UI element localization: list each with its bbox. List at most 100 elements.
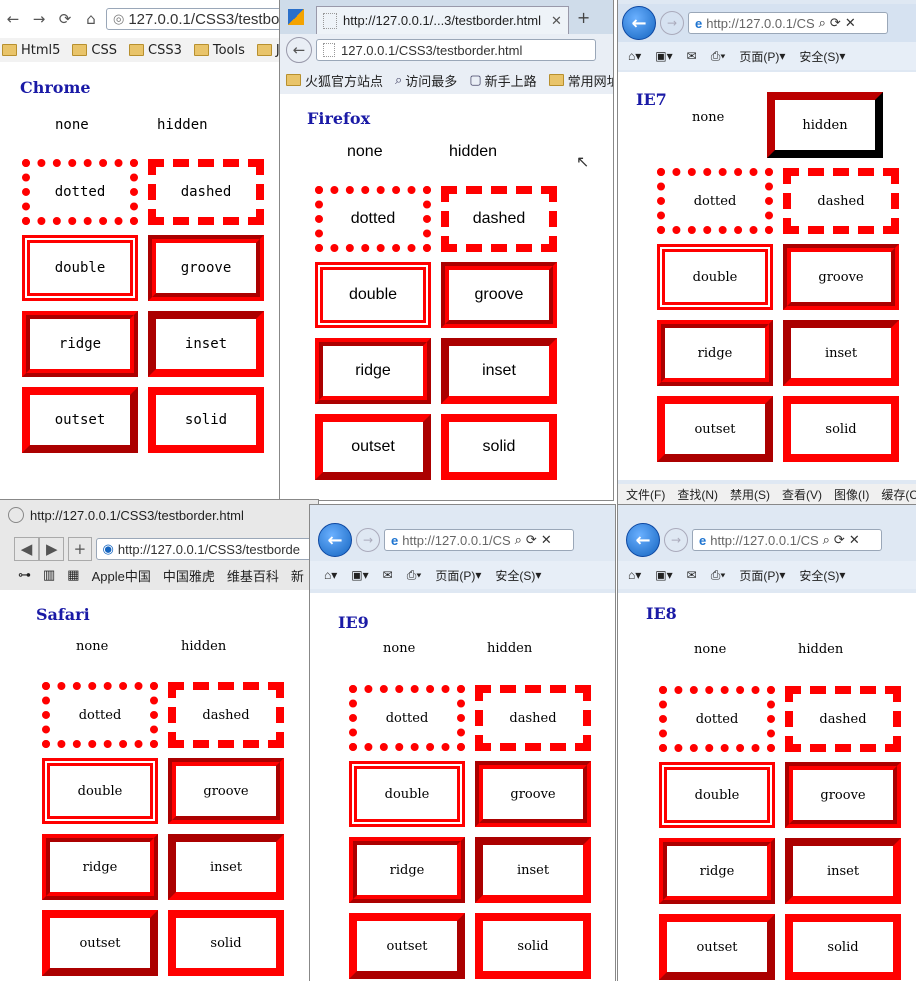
- bookmark-item[interactable]: ▢ 新手上路: [469, 71, 536, 90]
- back-icon[interactable]: ←: [622, 6, 656, 40]
- menu-disable[interactable]: 禁用(S): [730, 486, 770, 503]
- back-icon[interactable]: ←: [2, 8, 24, 30]
- firefox-address-bar[interactable]: 127.0.0.1/CSS3/testborder.html: [316, 39, 596, 61]
- safari-title: http://127.0.0.1/CSS3/testborder.html: [30, 507, 244, 523]
- reading-glasses-icon[interactable]: ⊶: [18, 567, 31, 583]
- menu-images[interactable]: 图像(I): [834, 486, 869, 503]
- ie7-address-bar[interactable]: e http://127.0.0.1/CS ⌕ ⟳ ✕: [688, 12, 888, 34]
- command-page[interactable]: 页面(P) ▾: [739, 48, 785, 65]
- bookmark-item[interactable]: 常用网址: [548, 71, 613, 90]
- mail-icon[interactable]: ✉: [383, 568, 393, 582]
- grid-icon[interactable]: ▦: [67, 567, 79, 583]
- menu-view[interactable]: 查看(V): [782, 486, 822, 503]
- print-icon[interactable]: ⎙▾: [407, 568, 422, 583]
- page-heading: IE8: [646, 604, 677, 623]
- book-icon[interactable]: ▥: [43, 567, 55, 583]
- label-hidden: hidden: [449, 143, 498, 160]
- bookmark-item[interactable]: CSS: [72, 43, 117, 58]
- search-icon[interactable]: ⌕: [823, 532, 830, 548]
- feeds-icon[interactable]: ▣▾: [655, 49, 672, 63]
- menu-cache[interactable]: 缓存(C): [881, 486, 916, 503]
- box-groove: groove: [168, 758, 284, 824]
- home-icon[interactable]: ⌂▾: [628, 49, 641, 63]
- bookmark-item[interactable]: 火狐官方站点: [286, 71, 383, 90]
- command-page[interactable]: 页面(P) ▾: [435, 567, 481, 584]
- feeds-icon[interactable]: ▣▾: [351, 568, 368, 582]
- feeds-icon[interactable]: ▣▾: [655, 568, 672, 582]
- home-icon[interactable]: ⌂: [80, 8, 102, 30]
- command-page[interactable]: 页面(P) ▾: [739, 567, 785, 584]
- bookmark-item[interactable]: 新: [291, 566, 304, 585]
- command-safety[interactable]: 安全(S) ▾: [495, 567, 541, 584]
- safari-address-bar[interactable]: ◉ http://127.0.0.1/CSS3/testborde: [95, 538, 318, 560]
- safari-titlebar: http://127.0.0.1/CSS3/testborder.html: [0, 504, 318, 526]
- bookmark-item[interactable]: Apple中国: [92, 566, 151, 585]
- bookmark-item[interactable]: Tools: [193, 43, 245, 58]
- search-icon[interactable]: ⌕: [819, 15, 826, 31]
- box-dashed: dashed: [168, 682, 284, 748]
- ie-logo-icon: e: [699, 532, 707, 548]
- add-bookmark-icon[interactable]: +: [68, 537, 92, 561]
- ie8-address-bar[interactable]: e http://127.0.0.1/CS ⌕ ⟳ ✕: [692, 529, 882, 551]
- box-ridge: ridge: [349, 837, 465, 903]
- bookmark-item[interactable]: 中国雅虎: [163, 566, 215, 585]
- bookmark-item[interactable]: CSS3: [129, 43, 182, 58]
- print-icon[interactable]: ⎙▾: [711, 49, 726, 64]
- forward-icon[interactable]: →: [660, 11, 684, 35]
- forward-icon[interactable]: ▶: [39, 537, 65, 561]
- forward-icon[interactable]: →: [356, 528, 380, 552]
- home-icon[interactable]: ⌂▾: [628, 568, 641, 582]
- close-icon[interactable]: ✕: [845, 15, 856, 31]
- new-tab-icon[interactable]: +: [577, 8, 590, 27]
- back-icon[interactable]: ←: [626, 523, 660, 557]
- reload-icon[interactable]: ⟳: [526, 532, 537, 548]
- home-icon[interactable]: ⌂▾: [324, 568, 337, 582]
- box-dashed: dashed: [783, 168, 899, 234]
- reload-icon[interactable]: ⟳: [834, 532, 845, 548]
- firefox-tab[interactable]: http://127.0.0.1/...3/testborder.html ✕: [316, 5, 569, 34]
- print-icon[interactable]: ⎙▾: [711, 568, 726, 583]
- forward-icon[interactable]: →: [28, 8, 50, 30]
- reload-icon[interactable]: ⟳: [830, 15, 841, 31]
- close-icon[interactable]: ✕: [849, 532, 860, 548]
- close-icon[interactable]: ✕: [551, 13, 562, 29]
- safari-window: http://127.0.0.1/CSS3/testborder.html ◀ …: [0, 500, 318, 981]
- box-solid: solid: [785, 914, 901, 980]
- forward-icon[interactable]: →: [664, 528, 688, 552]
- bookmark-item[interactable]: Html5: [2, 43, 60, 58]
- reload-icon[interactable]: ⟳: [54, 8, 76, 30]
- firefox-window: http://127.0.0.1/...3/testborder.html ✕ …: [280, 0, 613, 500]
- bookmark-item[interactable]: ⌕ 访问最多: [395, 71, 457, 90]
- search-icon[interactable]: ⌕: [515, 532, 522, 548]
- box-solid: solid: [148, 387, 264, 453]
- mail-icon[interactable]: ✉: [687, 49, 697, 63]
- firefox-address-text: 127.0.0.1/CSS3/testborder.html: [341, 42, 523, 58]
- ie8-command-bar: ⌂▾ ▣▾ ✉ ⎙▾ 页面(P) ▾ 安全(S) ▾: [618, 561, 916, 589]
- box-double: double: [659, 762, 775, 828]
- chrome-address-bar[interactable]: ◎ 127.0.0.1/CSS3/testborder.html: [106, 8, 286, 30]
- command-safety[interactable]: 安全(S) ▾: [799, 567, 845, 584]
- menu-find[interactable]: 查找(N): [677, 486, 718, 503]
- back-icon[interactable]: ←: [318, 523, 352, 557]
- mail-icon[interactable]: ✉: [687, 568, 697, 582]
- ie9-address-bar[interactable]: e http://127.0.0.1/CS ⌕ ⟳ ✕: [384, 529, 574, 551]
- chrome-bookmarks-bar: Html5 CSS CSS3 Tools Ja: [0, 38, 290, 62]
- menu-file[interactable]: 文件(F): [626, 486, 665, 503]
- search-icon: ⌕: [395, 72, 403, 87]
- label-hidden: hidden: [798, 642, 844, 657]
- command-safety[interactable]: 安全(S) ▾: [799, 48, 845, 65]
- back-icon[interactable]: ◀: [14, 537, 40, 561]
- box-outset: outset: [22, 387, 138, 453]
- firefox-tab-title: http://127.0.0.1/...3/testborder.html: [343, 13, 542, 28]
- back-icon[interactable]: ←: [286, 37, 312, 63]
- box-dotted: dotted: [659, 686, 775, 752]
- close-icon[interactable]: ✕: [541, 532, 552, 548]
- safari-bookmarks-bar: ⊶ ▥ ▦ Apple中国 中国雅虎 维基百科 新: [0, 564, 318, 586]
- box-dashed: dashed: [475, 685, 591, 751]
- globe-icon: ◉: [102, 541, 114, 556]
- ie7-menu-bar: 文件(F) 查找(N) 禁用(S) 查看(V) 图像(I) 缓存(C): [618, 484, 916, 504]
- page-icon: [323, 43, 335, 57]
- bookmark-item[interactable]: 维基百科: [227, 566, 279, 585]
- firefox-bookmarks-bar: 火狐官方站点 ⌕访问最多 ▢新手上路 常用网址: [280, 66, 613, 94]
- firefox-menu-icon[interactable]: [288, 9, 304, 25]
